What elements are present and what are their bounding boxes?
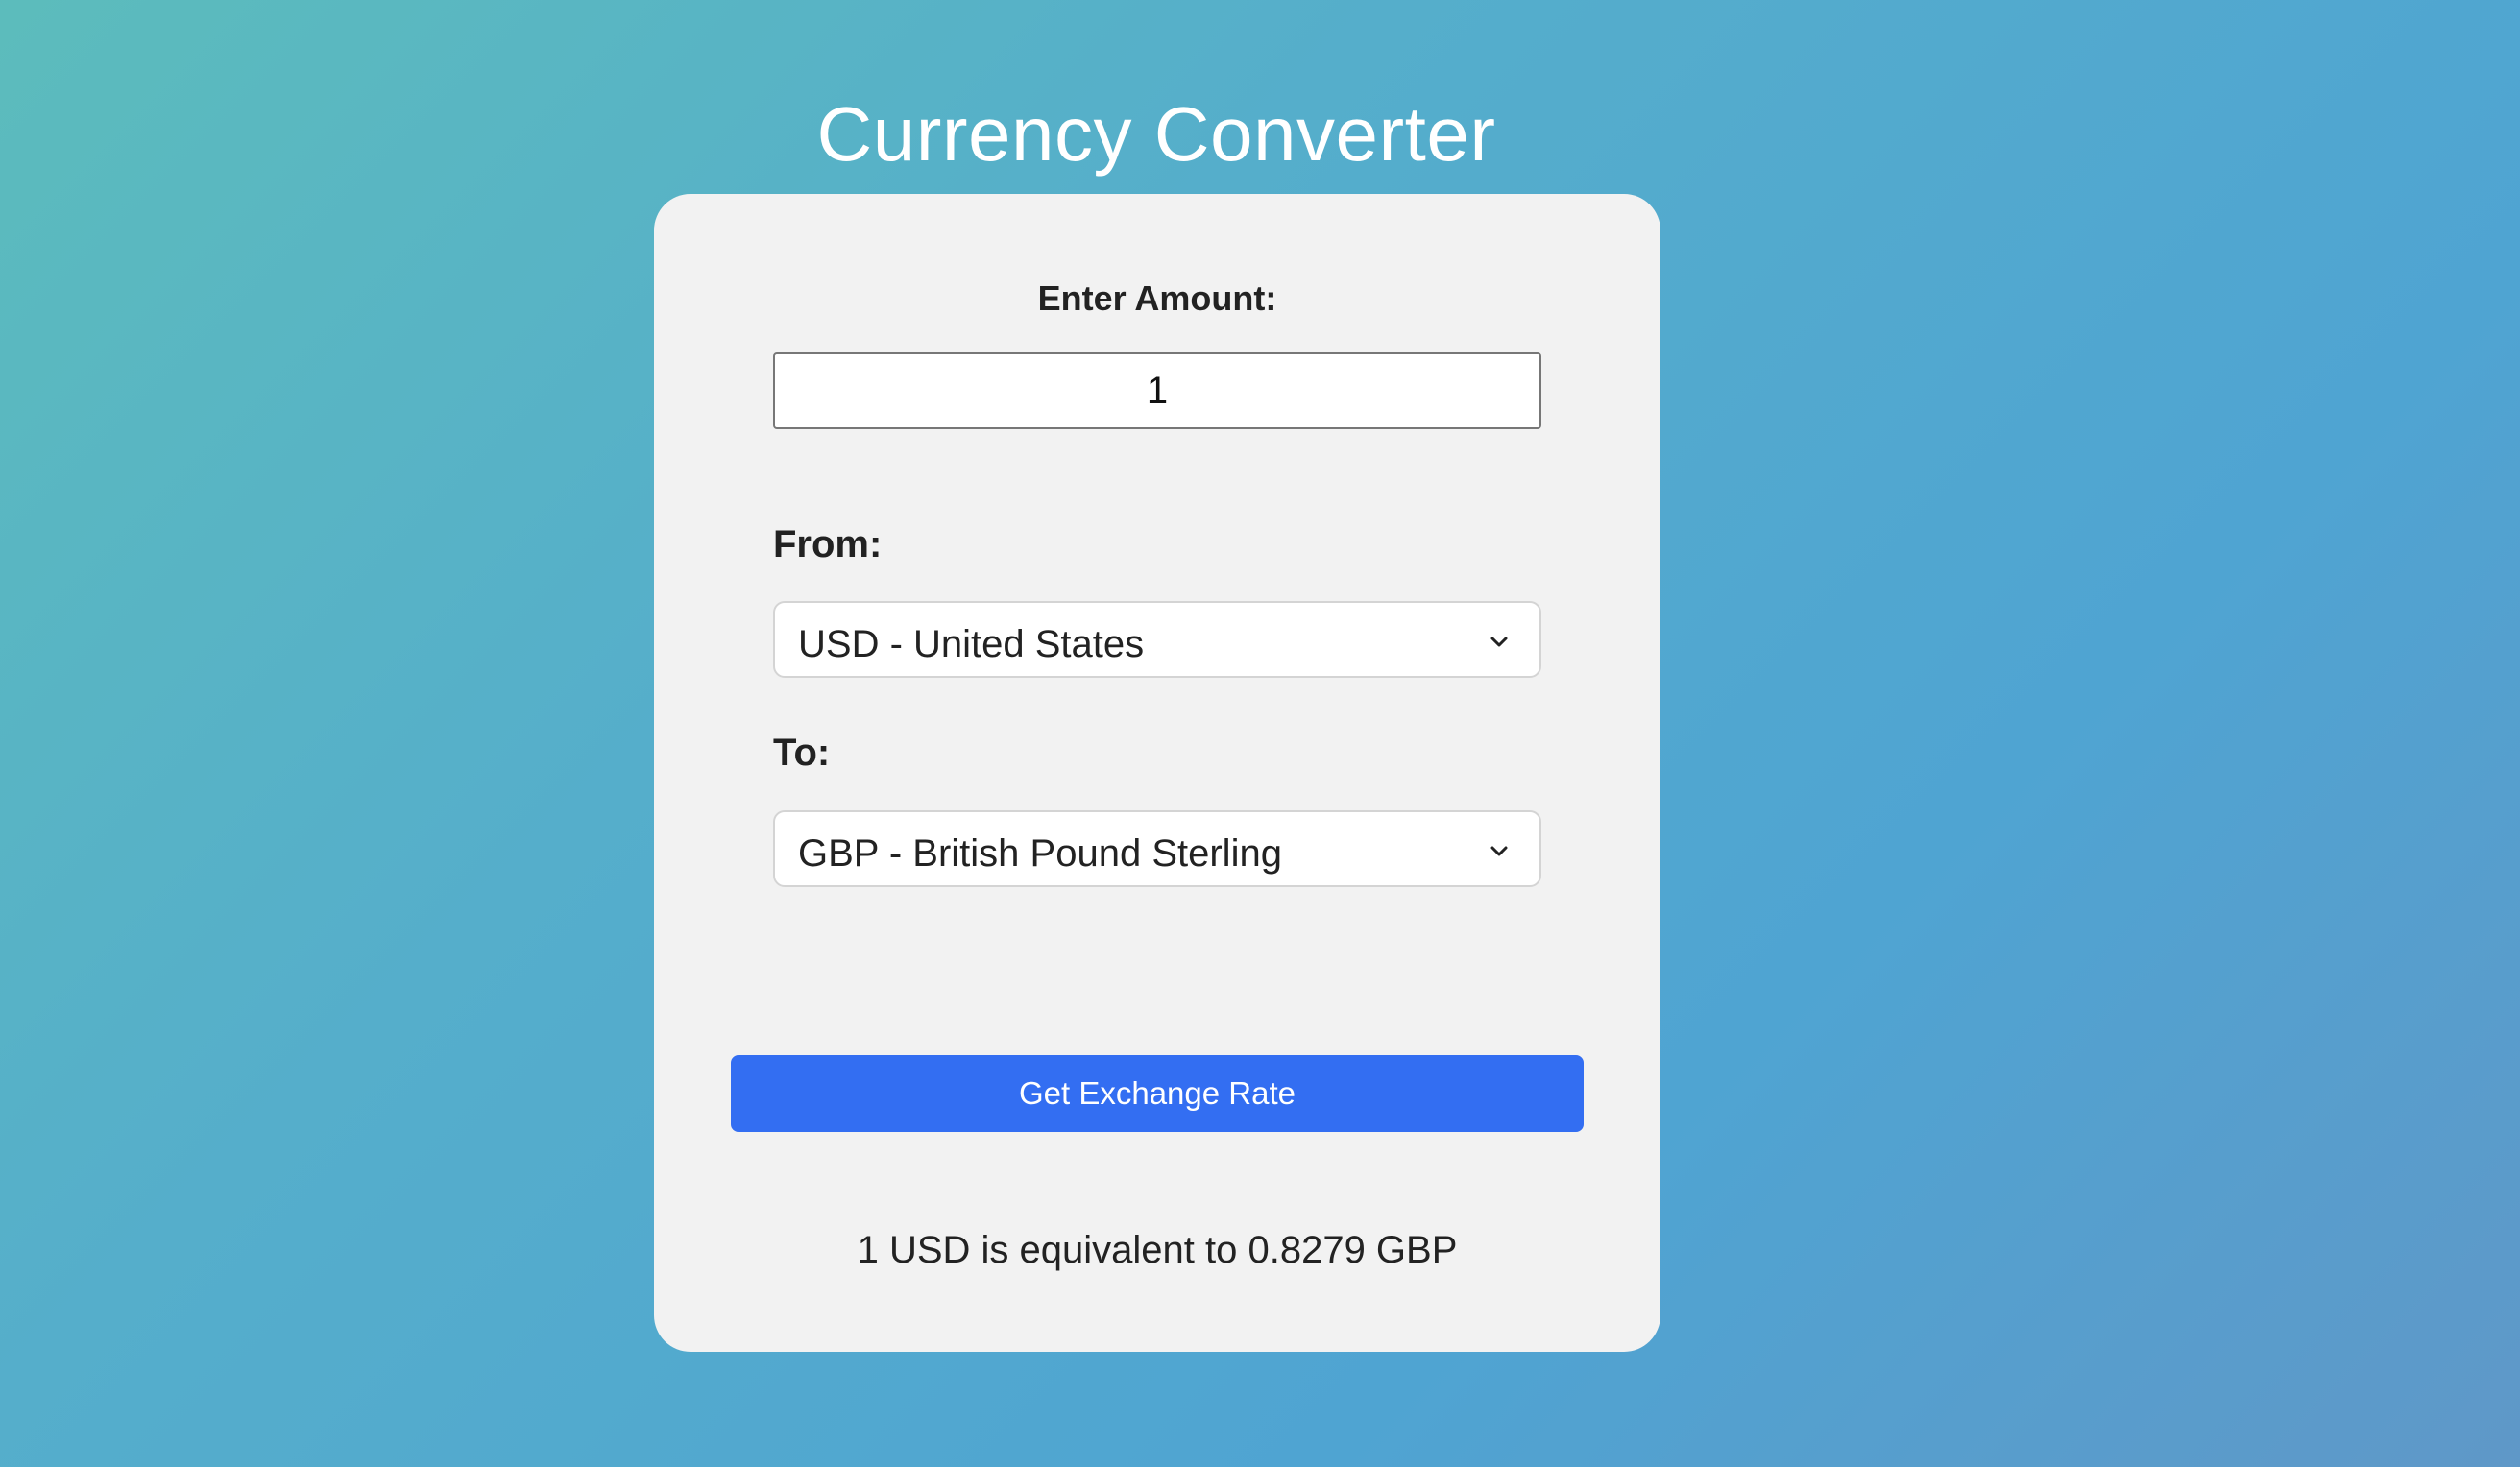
from-currency-select[interactable]: USD - United States xyxy=(773,601,1541,678)
amount-input[interactable] xyxy=(773,352,1541,429)
amount-label: Enter Amount: xyxy=(1037,278,1277,318)
to-currency-select[interactable]: GBP - British Pound Sterling xyxy=(773,810,1541,887)
conversion-result: 1 USD is equivalent to 0.8279 GBP xyxy=(857,1229,1458,1271)
to-currency-value: GBP - British Pound Sterling xyxy=(798,832,1282,875)
from-label: From: xyxy=(773,523,883,565)
to-label: To: xyxy=(773,732,831,774)
from-currency-value: USD - United States xyxy=(798,623,1145,665)
converter-card: Enter Amount: From: USD - United States … xyxy=(654,194,1660,1352)
page-title: Currency Converter xyxy=(816,91,1496,177)
chevron-down-icon xyxy=(1490,637,1508,647)
chevron-down-icon xyxy=(1490,846,1508,856)
get-exchange-rate-button[interactable]: Get Exchange Rate xyxy=(731,1055,1584,1132)
